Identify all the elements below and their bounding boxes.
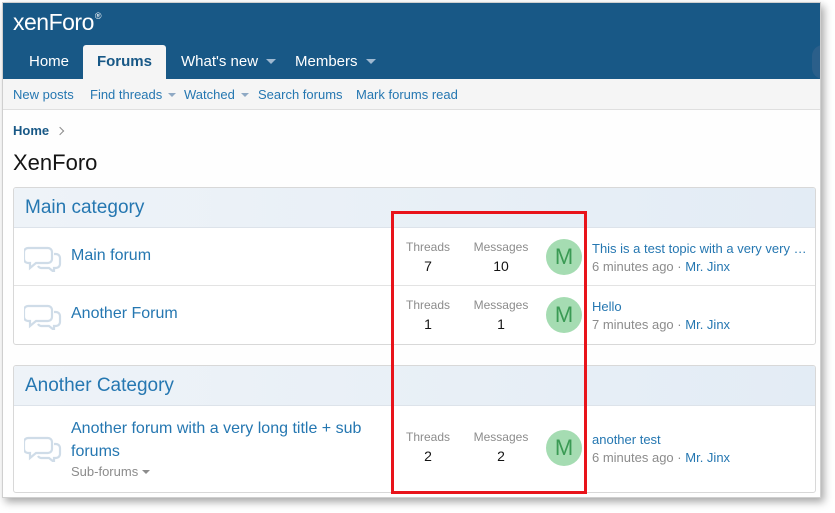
latest-time[interactable]: 6 minutes ago xyxy=(592,450,674,465)
messages-label: Messages xyxy=(473,298,529,312)
messages-stat: Messages 2 xyxy=(471,430,531,467)
tab-label: What's new xyxy=(181,53,259,70)
caret-down-icon[interactable] xyxy=(266,58,277,64)
caret-down-icon[interactable] xyxy=(365,58,376,64)
latest-thread-link[interactable]: This is a test topic with a very very … xyxy=(592,240,814,258)
meta-separator: · xyxy=(677,317,682,332)
chat-bubbles-icon xyxy=(24,436,62,462)
messages-stat: Messages 10 xyxy=(471,240,531,277)
sublink-label: Find threads xyxy=(90,87,163,102)
messages-count: 10 xyxy=(493,258,509,274)
sublink-label: Watched xyxy=(184,87,235,102)
mark-forums-read-link[interactable]: Mark forums read xyxy=(356,79,458,110)
threads-label: Threads xyxy=(405,430,451,444)
sublink-label: Mark forums read xyxy=(356,87,458,102)
category-title[interactable]: Main category xyxy=(14,188,815,228)
messages-count: 1 xyxy=(497,316,505,332)
chevron-right-icon xyxy=(55,126,65,136)
latest-user-link[interactable]: Mr. Jinx xyxy=(685,450,730,465)
subforums-label: Sub-forums xyxy=(71,464,139,479)
latest-thread-link[interactable]: another test xyxy=(592,431,814,449)
latest-time[interactable]: 7 minutes ago xyxy=(592,317,674,332)
latest-meta: 6 minutes ago · Mr. Jinx xyxy=(592,258,814,276)
search-forums-link[interactable]: Search forums xyxy=(258,79,343,110)
site-header: xenForo® xyxy=(3,3,820,45)
messages-label: Messages xyxy=(473,240,529,254)
chat-bubbles-icon xyxy=(24,304,62,330)
search-icon[interactable] xyxy=(812,45,820,79)
forum-title-link[interactable]: Main forum xyxy=(71,247,151,265)
main-nav: Home Forums What's new Members xyxy=(3,45,820,79)
latest-post: This is a test topic with a very very … … xyxy=(592,240,814,276)
threads-stat: Threads 2 xyxy=(398,430,458,467)
messages-label: Messages xyxy=(473,430,529,444)
latest-user-link[interactable]: Mr. Jinx xyxy=(685,259,730,274)
messages-count: 2 xyxy=(497,448,505,464)
tab-forums[interactable]: Forums xyxy=(83,45,166,79)
meta-separator: · xyxy=(677,450,682,465)
latest-meta: 7 minutes ago · Mr. Jinx xyxy=(592,316,814,334)
latest-time[interactable]: 6 minutes ago xyxy=(592,259,674,274)
meta-separator: · xyxy=(677,259,682,274)
chat-bubbles-icon xyxy=(24,246,62,272)
messages-stat: Messages 1 xyxy=(471,298,531,335)
threads-stat: Threads 1 xyxy=(398,298,458,335)
threads-label: Threads xyxy=(405,240,451,254)
category-block-main: Main category Main forum Threads 7 Messa… xyxy=(13,187,816,345)
latest-post: another test 6 minutes ago · Mr. Jinx xyxy=(592,431,814,467)
forum-title-link[interactable]: Another forum with a very long title + s… xyxy=(71,417,371,463)
forum-title-link[interactable]: Another Forum xyxy=(71,305,178,323)
page-title: XenForo xyxy=(13,150,98,175)
tab-members[interactable]: Members xyxy=(282,45,389,79)
avatar[interactable]: M xyxy=(546,430,582,466)
threads-label: Threads xyxy=(405,298,451,312)
forum-row-long-title: Another forum with a very long title + s… xyxy=(14,406,815,492)
subforums-menu[interactable]: Sub-forums xyxy=(71,464,151,479)
latest-meta: 6 minutes ago · Mr. Jinx xyxy=(592,449,814,467)
sub-nav: New posts Find threads Watched Search fo… xyxy=(3,79,820,110)
logo-text: xenForo xyxy=(13,9,94,35)
category-title[interactable]: Another Category xyxy=(14,366,815,406)
breadcrumb-home-link[interactable]: Home xyxy=(13,123,49,138)
breadcrumb: Home xyxy=(13,123,65,138)
caret-down-icon[interactable] xyxy=(240,92,249,97)
avatar[interactable]: M xyxy=(546,297,582,333)
logo-registered-mark: ® xyxy=(94,11,102,21)
latest-thread-link[interactable]: Hello xyxy=(592,298,814,316)
browser-frame: xenForo® Home Forums What's new Members … xyxy=(2,2,821,498)
find-threads-link[interactable]: Find threads xyxy=(90,79,177,110)
tab-label: Home xyxy=(29,53,70,70)
watched-link[interactable]: Watched xyxy=(184,79,249,110)
threads-count: 7 xyxy=(424,258,432,274)
latest-post: Hello 7 minutes ago · Mr. Jinx xyxy=(592,298,814,334)
category-block-another: Another Category Another forum with a ve… xyxy=(13,365,816,493)
threads-count: 1 xyxy=(424,316,432,332)
caret-down-icon[interactable] xyxy=(168,92,177,97)
forum-row-another-forum: Another Forum Threads 1 Messages 1 M Hel… xyxy=(14,286,815,344)
tab-home[interactable]: Home xyxy=(16,45,82,79)
site-logo[interactable]: xenForo® xyxy=(13,9,102,36)
threads-stat: Threads 7 xyxy=(398,240,458,277)
new-posts-link[interactable]: New posts xyxy=(13,79,74,110)
tab-label: Forums xyxy=(96,53,152,70)
sublink-label: Search forums xyxy=(258,87,343,102)
avatar[interactable]: M xyxy=(546,239,582,275)
latest-user-link[interactable]: Mr. Jinx xyxy=(685,317,730,332)
forum-row-main-forum: Main forum Threads 7 Messages 10 M This … xyxy=(14,228,815,286)
sublink-label: New posts xyxy=(13,87,74,102)
tab-label: Members xyxy=(295,53,358,70)
tab-whats-new[interactable]: What's new xyxy=(168,45,289,79)
threads-count: 2 xyxy=(424,448,432,464)
caret-down-icon xyxy=(142,469,151,474)
